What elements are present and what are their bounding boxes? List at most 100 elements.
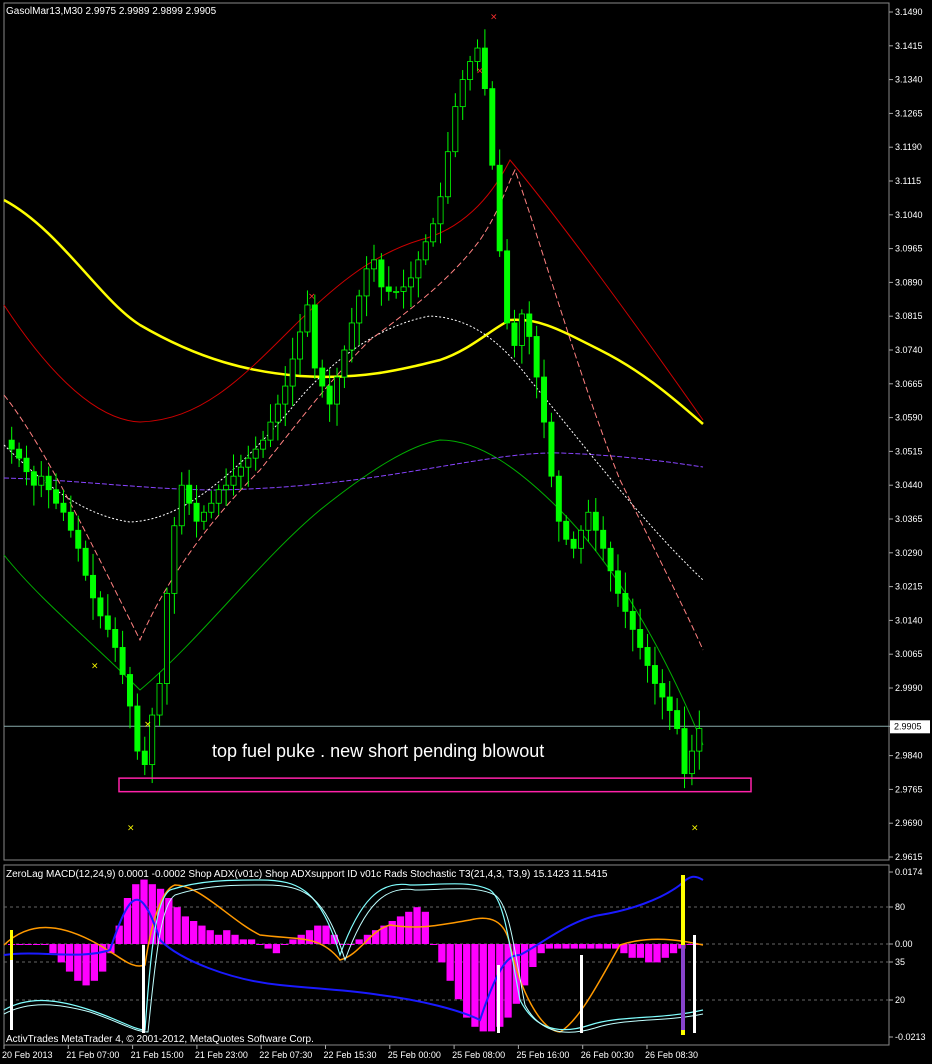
price-tick-label: 2.9615 xyxy=(895,852,923,862)
price-bar-body xyxy=(127,674,133,707)
price-bar-body xyxy=(511,322,518,346)
macd-bar xyxy=(661,944,669,958)
price-bar-body xyxy=(16,448,23,459)
price-bar-body xyxy=(289,358,296,387)
macd-bar xyxy=(554,944,562,949)
price-bar-body xyxy=(459,79,466,108)
price-bar-body xyxy=(452,106,459,153)
price-bar-body xyxy=(541,376,548,423)
ma-white-dotted-line xyxy=(3,315,704,581)
macd-bar xyxy=(595,944,603,949)
macd-bar xyxy=(305,930,314,944)
macd-bar xyxy=(429,944,438,945)
indicator-tick-label: 0.0174 xyxy=(895,867,923,877)
time-tick-label: 22 Feb 15:30 xyxy=(324,1050,377,1060)
price-bar-body xyxy=(614,570,621,594)
price-bar-body xyxy=(8,439,15,450)
price-tick-label: 3.0215 xyxy=(895,582,923,592)
price-bar-body xyxy=(592,511,599,531)
macd-bar xyxy=(65,944,74,972)
macd-bar xyxy=(82,944,90,986)
macd-bar xyxy=(562,944,570,949)
price-bar-body xyxy=(467,61,474,81)
target-zone-box xyxy=(118,777,752,793)
price-bar-body xyxy=(370,259,377,270)
macd-bar xyxy=(438,944,446,963)
macd-bar xyxy=(463,944,471,1018)
price-bar-body xyxy=(112,629,119,648)
macd-histogram xyxy=(8,879,702,1032)
price-bar-body xyxy=(407,277,414,288)
macd-bar xyxy=(32,944,41,945)
price-tick-label: 3.0890 xyxy=(895,277,923,287)
price-bar-body xyxy=(134,705,141,752)
price-bar-body xyxy=(644,647,651,666)
ma-pink-dashed-line xyxy=(3,168,704,651)
price-bar-body xyxy=(156,683,163,716)
price-bar-body xyxy=(504,250,511,324)
price-bar-body xyxy=(30,471,37,486)
price-bar-body xyxy=(230,475,237,486)
macd-bar xyxy=(214,934,223,944)
macd-bar xyxy=(289,939,297,944)
price-bar-body xyxy=(659,683,666,698)
macd-bar xyxy=(653,944,661,963)
price-bar-body xyxy=(163,592,170,684)
macd-bar xyxy=(405,911,413,944)
price-bar-body xyxy=(171,525,178,594)
price-bar-body xyxy=(378,259,385,288)
price-bar-body xyxy=(23,457,30,473)
price-bar-body xyxy=(97,597,104,617)
price-tick-label: 2.9765 xyxy=(895,784,923,794)
indicator-tick-label: 80 xyxy=(895,902,905,912)
macd-bar xyxy=(190,921,198,944)
price-bar-body xyxy=(341,349,348,378)
macd-bar xyxy=(413,907,421,944)
price-bar-body xyxy=(326,385,333,405)
price-bar-body xyxy=(53,489,60,504)
macd-bar xyxy=(247,939,256,944)
price-bar-body xyxy=(585,511,592,531)
price-tick-label: 3.0590 xyxy=(895,413,923,423)
macd-bar xyxy=(421,911,429,944)
price-bar-body xyxy=(651,665,658,684)
macd-bar xyxy=(181,916,190,944)
indicator-tick-label: -0.0213 xyxy=(895,1032,926,1042)
stochastic-main-line xyxy=(3,879,704,1031)
price-bar-body xyxy=(474,47,481,62)
price-tick-label: 3.0665 xyxy=(895,379,923,389)
time-tick-label: 25 Feb 08:00 xyxy=(452,1050,505,1060)
price-bar-body xyxy=(674,710,681,729)
price-bar-body xyxy=(297,331,304,360)
price-tick-label: 2.9990 xyxy=(895,683,923,693)
price-bar-body xyxy=(444,151,451,198)
price-bar-body xyxy=(267,421,274,441)
fractal-down-marker: × xyxy=(144,720,152,730)
macd-bar xyxy=(603,944,611,949)
fractal-up-marker: × xyxy=(476,67,484,77)
time-tick-label: 21 Feb 23:00 xyxy=(195,1050,248,1060)
macd-bar xyxy=(16,944,24,945)
price-bar-body xyxy=(363,268,370,297)
price-bar-body xyxy=(282,385,289,405)
macd-bar xyxy=(669,944,678,954)
price-bar-body xyxy=(688,750,695,775)
ma-red-line xyxy=(3,159,704,423)
price-bar-body xyxy=(578,529,584,549)
price-tick-label: 3.1040 xyxy=(895,210,923,220)
time-tick-label: 22 Feb 07:30 xyxy=(259,1050,312,1060)
price-bar-body xyxy=(82,547,89,576)
price-tick-label: 3.0965 xyxy=(895,244,923,254)
fractal-up-marker: × xyxy=(308,292,316,302)
ma-yellow-line xyxy=(3,198,704,425)
price-bar-body xyxy=(629,610,636,630)
macd-bar xyxy=(90,944,99,981)
price-bar-body xyxy=(348,322,355,351)
price-tick-label: 3.1115 xyxy=(895,176,921,186)
price-bar-body xyxy=(415,259,422,279)
price-bar-body xyxy=(334,376,341,405)
macd-bar xyxy=(446,944,454,981)
price-bar-body xyxy=(496,164,503,252)
price-tick-label: 3.1340 xyxy=(895,75,923,85)
fractal-down-marker: × xyxy=(691,824,699,834)
